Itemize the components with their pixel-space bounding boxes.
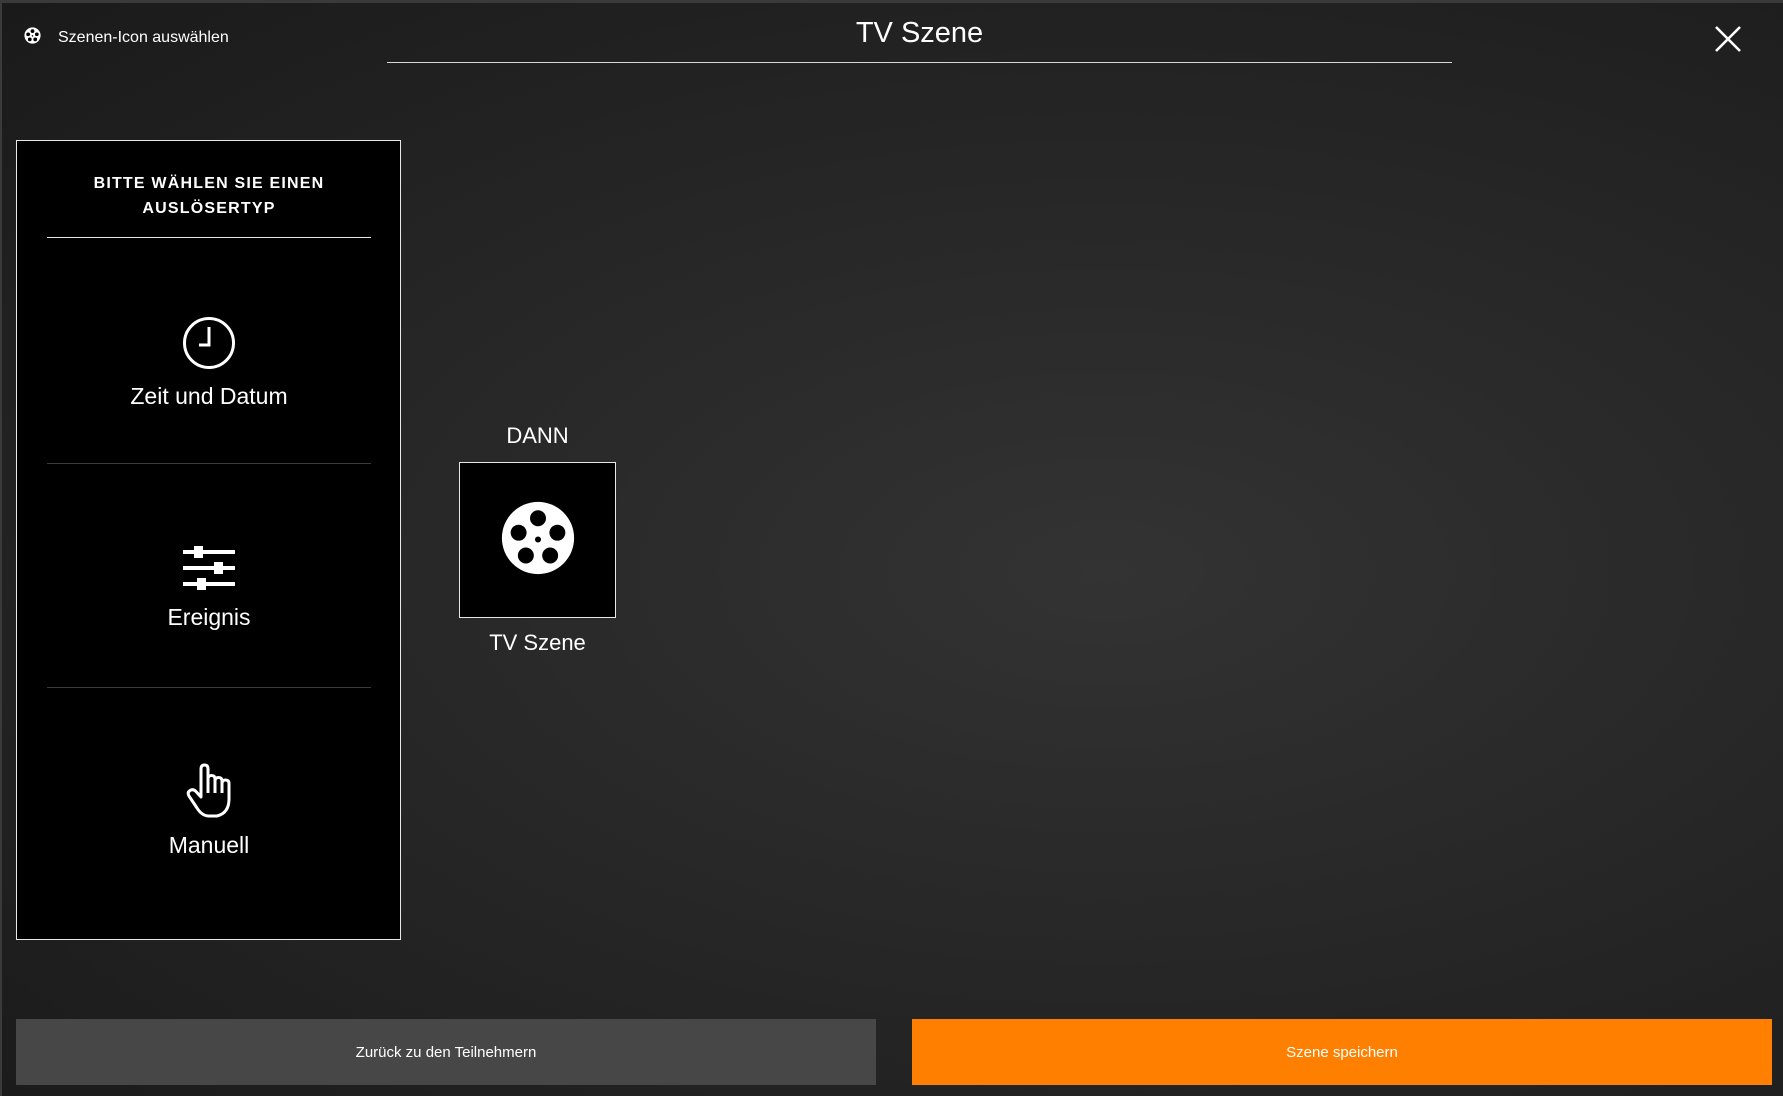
- trigger-option-time-date[interactable]: Zeit und Datum: [47, 251, 371, 475]
- hand-pointer-icon: [185, 763, 233, 824]
- trigger-option-label: Zeit und Datum: [130, 383, 288, 409]
- trigger-type-panel: BITTE WÄHLEN SIE EINEN AUSLÖSERTYP Zeit …: [16, 140, 401, 940]
- scene-editor-window: Szenen-Icon auswählen TV Szene BITTE WÄH…: [0, 0, 1783, 1096]
- film-reel-icon: [500, 500, 576, 581]
- trigger-option-event[interactable]: Ereignis: [47, 476, 371, 700]
- back-to-participants-button[interactable]: Zurück zu den Teilnehmern: [16, 1019, 876, 1085]
- trigger-option-label: Manuell: [168, 832, 250, 858]
- trigger-option-manual[interactable]: Manuell: [47, 699, 371, 923]
- scene-title[interactable]: TV Szene: [387, 17, 1452, 63]
- sliders-icon: [182, 545, 236, 596]
- film-reel-icon: [24, 27, 41, 49]
- divider: [47, 687, 371, 688]
- trigger-panel-heading: BITTE WÄHLEN SIE EINEN AUSLÖSERTYP: [47, 171, 371, 238]
- trigger-panel-heading-line1: BITTE WÄHLEN SIE EINEN: [93, 175, 325, 192]
- scene-icon-select-label: Szenen-Icon auswählen: [58, 29, 229, 46]
- trigger-option-label: Ereignis: [167, 604, 251, 630]
- save-scene-button[interactable]: Szene speichern: [912, 1019, 1772, 1085]
- close-icon: [1712, 26, 1744, 59]
- divider: [47, 463, 371, 464]
- scene-action-tile[interactable]: [459, 462, 616, 618]
- scene-icon-select[interactable]: Szenen-Icon auswählen: [24, 27, 229, 49]
- clock-icon: [182, 316, 236, 375]
- scene-action-name: TV Szene: [489, 630, 586, 655]
- action-section-label: DANN: [506, 423, 569, 448]
- trigger-panel-heading-line2: AUSLÖSERTYP: [142, 200, 276, 217]
- close-button[interactable]: [1712, 23, 1744, 55]
